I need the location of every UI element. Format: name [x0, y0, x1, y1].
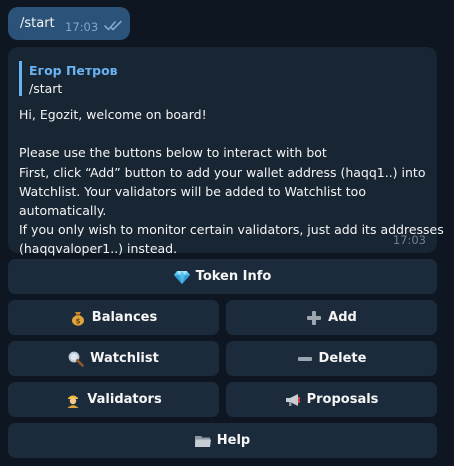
delete-label: Delete [318, 351, 367, 366]
read-checkmarks-icon [104, 20, 122, 31]
outgoing-message-time: 17:03 [65, 20, 99, 34]
outgoing-message-text: /start [20, 16, 55, 31]
reply-quote[interactable]: Егор Петров /start [19, 61, 319, 96]
delete-button[interactable]: Delete [226, 341, 437, 376]
message-line: Please use the buttons below to interact… [19, 145, 327, 161]
message-line: First, click “Add” button to add your wa… [19, 164, 426, 180]
token-info-label: Token Info [195, 269, 272, 284]
incoming-message[interactable]: Егор Петров /start Hi, Egozit, welcome o… [8, 47, 444, 256]
outgoing-message[interactable]: /start 17:03 [8, 7, 130, 40]
minus-icon [297, 351, 313, 367]
validators-label: Validators [87, 392, 162, 407]
watchlist-label: Watchlist [90, 351, 159, 366]
help-label: Help [216, 433, 251, 448]
folder-icon [194, 433, 211, 449]
token-info-button[interactable]: Token Info [8, 259, 437, 294]
reply-quoted-text: /start [29, 81, 63, 96]
balances-button[interactable]: $ Balances [8, 300, 219, 335]
plus-icon [306, 310, 322, 326]
incoming-message-time: 17:03 [392, 233, 426, 247]
add-label: Add [328, 310, 357, 325]
message-line [19, 124, 429, 143]
gem-icon [173, 269, 190, 285]
guard-icon [65, 392, 81, 408]
money-bag-icon: $ [70, 310, 86, 326]
reply-sender-name: Егор Петров [29, 63, 118, 78]
message-body: Hi, Egozit, welcome on board! Please use… [19, 105, 444, 259]
message-line: automatically. [19, 202, 107, 218]
message-line: Hi, Egozit, welcome on board! [19, 107, 207, 122]
message-line: (haqqvaloper1..) instead. [19, 241, 178, 257]
validators-button[interactable]: Validators [8, 382, 219, 417]
proposals-button[interactable]: Proposals [226, 382, 437, 417]
megaphone-icon [285, 392, 301, 408]
watchlist-button[interactable]: Watchlist [8, 341, 219, 376]
help-button[interactable]: Help [8, 423, 437, 458]
message-line: Watchlist. Your validators will be added… [19, 183, 366, 199]
magnifier-icon [68, 351, 84, 367]
balances-label: Balances [91, 310, 158, 325]
add-button[interactable]: Add [226, 300, 437, 335]
message-line: If you only wish to monitor certain vali… [19, 222, 444, 238]
svg-text:$: $ [75, 317, 80, 325]
proposals-label: Proposals [306, 392, 379, 407]
